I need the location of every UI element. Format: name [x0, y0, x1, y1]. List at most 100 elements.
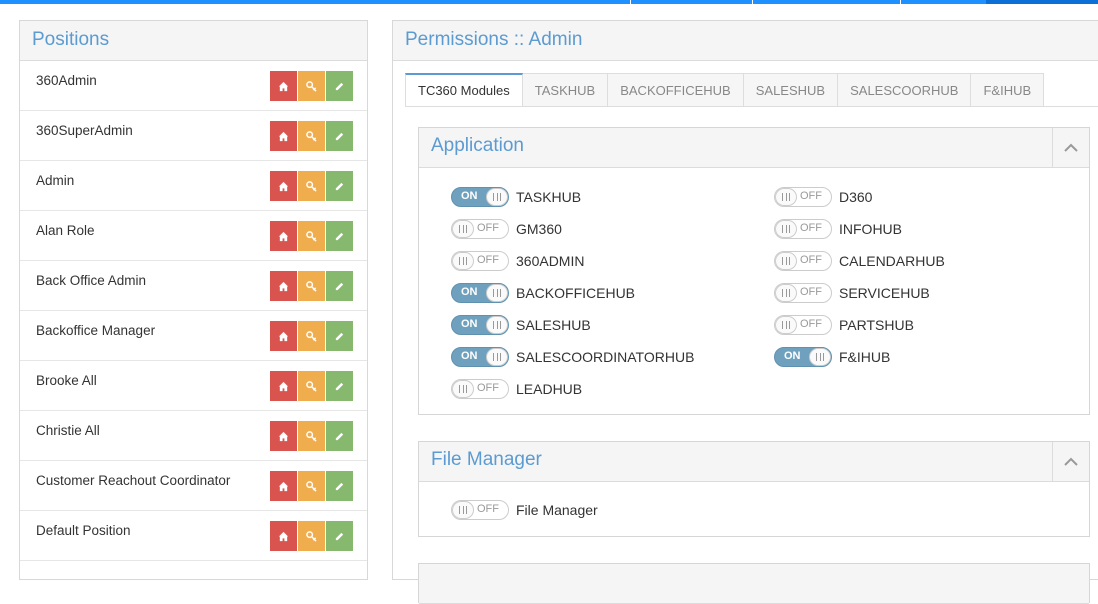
position-actions [270, 421, 354, 451]
edit-button[interactable] [326, 321, 353, 351]
edit-button[interactable] [326, 271, 353, 301]
edit-button[interactable] [326, 471, 353, 501]
position-row[interactable]: Customer Reachout Coordinator [20, 461, 367, 511]
nav-active-tab[interactable] [986, 0, 1098, 4]
permission-toggle: ON BACKOFFICEHUB [451, 282, 635, 304]
position-row[interactable]: Admin [20, 161, 367, 211]
permissions-button[interactable] [298, 421, 325, 451]
toggle-state-text: ON [461, 286, 478, 298]
home-button[interactable] [270, 171, 297, 201]
toggle-switch[interactable]: ON [451, 283, 509, 303]
nav-divider [630, 0, 631, 4]
toggle-label: INFOHUB [839, 221, 902, 237]
key-icon [306, 430, 317, 442]
tab-salescoorhub[interactable]: SALESCOORHUB [838, 73, 972, 107]
position-actions [270, 321, 354, 351]
toggle-switch[interactable]: OFF [774, 219, 832, 239]
permission-toggle: OFF CALENDARHUB [774, 250, 945, 272]
position-row[interactable]: Brooke All [20, 361, 367, 411]
edit-button[interactable] [326, 371, 353, 401]
toggle-knob [452, 501, 474, 519]
toggle-knob [775, 188, 797, 206]
grip-icon [459, 385, 467, 393]
pencil-icon [335, 132, 344, 140]
toggle-switch[interactable]: OFF [774, 251, 832, 271]
edit-button[interactable] [326, 171, 353, 201]
pencil-icon [335, 82, 344, 90]
toggle-label: SERVICEHUB [839, 285, 930, 301]
toggle-state-text: OFF [800, 318, 822, 330]
home-button[interactable] [270, 271, 297, 301]
home-button[interactable] [270, 121, 297, 151]
home-icon [278, 381, 289, 391]
permissions-button[interactable] [298, 371, 325, 401]
permission-toggle: OFF File Manager [451, 499, 598, 521]
permissions-button[interactable] [298, 521, 325, 551]
toggle-switch[interactable]: OFF [451, 500, 509, 520]
toggle-switch[interactable]: OFF [451, 219, 509, 239]
permissions-button[interactable] [298, 221, 325, 251]
toggle-knob [452, 252, 474, 270]
position-row[interactable]: Backoffice Manager [20, 311, 367, 361]
permissions-button[interactable] [298, 471, 325, 501]
permission-toggle: OFF GM360 [451, 218, 562, 240]
permissions-button[interactable] [298, 271, 325, 301]
edit-button[interactable] [326, 521, 353, 551]
tab-tc360-modules[interactable]: TC360 Modules [405, 73, 523, 107]
toggle-state-text: OFF [477, 254, 499, 266]
tab-saleshub[interactable]: SALESHUB [743, 73, 839, 107]
toggle-switch[interactable]: ON [451, 187, 509, 207]
permissions-button[interactable] [298, 121, 325, 151]
permissions-title: Permissions :: Admin [393, 21, 1098, 61]
toggle-switch[interactable]: OFF [774, 315, 832, 335]
tab-f-ihub[interactable]: F&IHUB [971, 73, 1045, 107]
edit-button[interactable] [326, 71, 353, 101]
tab-divider [405, 106, 1098, 107]
tab-taskhub[interactable]: TASKHUB [522, 73, 609, 107]
toggle-switch[interactable]: OFF [451, 251, 509, 271]
grip-icon [782, 193, 790, 201]
toggle-knob [775, 252, 797, 270]
toggle-switch[interactable]: ON [451, 347, 509, 367]
edit-button[interactable] [326, 421, 353, 451]
toggle-knob [486, 188, 508, 206]
position-row[interactable]: Alan Role [20, 211, 367, 261]
position-name: Brooke All [36, 373, 97, 388]
toggle-state-text: OFF [800, 286, 822, 298]
home-button[interactable] [270, 371, 297, 401]
permission-toggle: OFF 360ADMIN [451, 250, 584, 272]
grip-icon [493, 321, 501, 329]
home-icon [278, 281, 289, 291]
toggle-switch[interactable]: ON [451, 315, 509, 335]
toggle-switch[interactable]: ON [774, 347, 832, 367]
position-row[interactable]: Christie All [20, 411, 367, 461]
position-row[interactable]: 360SuperAdmin [20, 111, 367, 161]
toggle-switch[interactable]: OFF [451, 379, 509, 399]
permissions-button[interactable] [298, 71, 325, 101]
home-button[interactable] [270, 221, 297, 251]
edit-button[interactable] [326, 221, 353, 251]
home-button[interactable] [270, 71, 297, 101]
toggle-switch[interactable]: OFF [774, 187, 832, 207]
home-button[interactable] [270, 521, 297, 551]
edit-button[interactable] [326, 121, 353, 151]
tab-backofficehub[interactable]: BACKOFFICEHUB [608, 73, 744, 107]
permissions-button[interactable] [298, 321, 325, 351]
position-name: 360Admin [36, 73, 97, 88]
position-row[interactable]: 360Admin [20, 61, 367, 111]
position-row[interactable]: Back Office Admin [20, 261, 367, 311]
positions-panel: Positions 360Admin 360SuperAdmin Admin Alan… [19, 20, 368, 580]
home-icon [278, 131, 289, 141]
toggle-state-text: ON [784, 350, 801, 362]
position-name: Christie All [36, 423, 100, 438]
position-row[interactable]: Default Position [20, 511, 367, 561]
permission-toggle: ON TASKHUB [451, 186, 581, 208]
toggle-knob [452, 380, 474, 398]
home-button[interactable] [270, 421, 297, 451]
toggle-switch[interactable]: OFF [774, 283, 832, 303]
home-button[interactable] [270, 321, 297, 351]
collapse-button[interactable] [1052, 128, 1089, 167]
home-button[interactable] [270, 471, 297, 501]
permissions-button[interactable] [298, 171, 325, 201]
collapse-button[interactable] [1052, 442, 1089, 481]
